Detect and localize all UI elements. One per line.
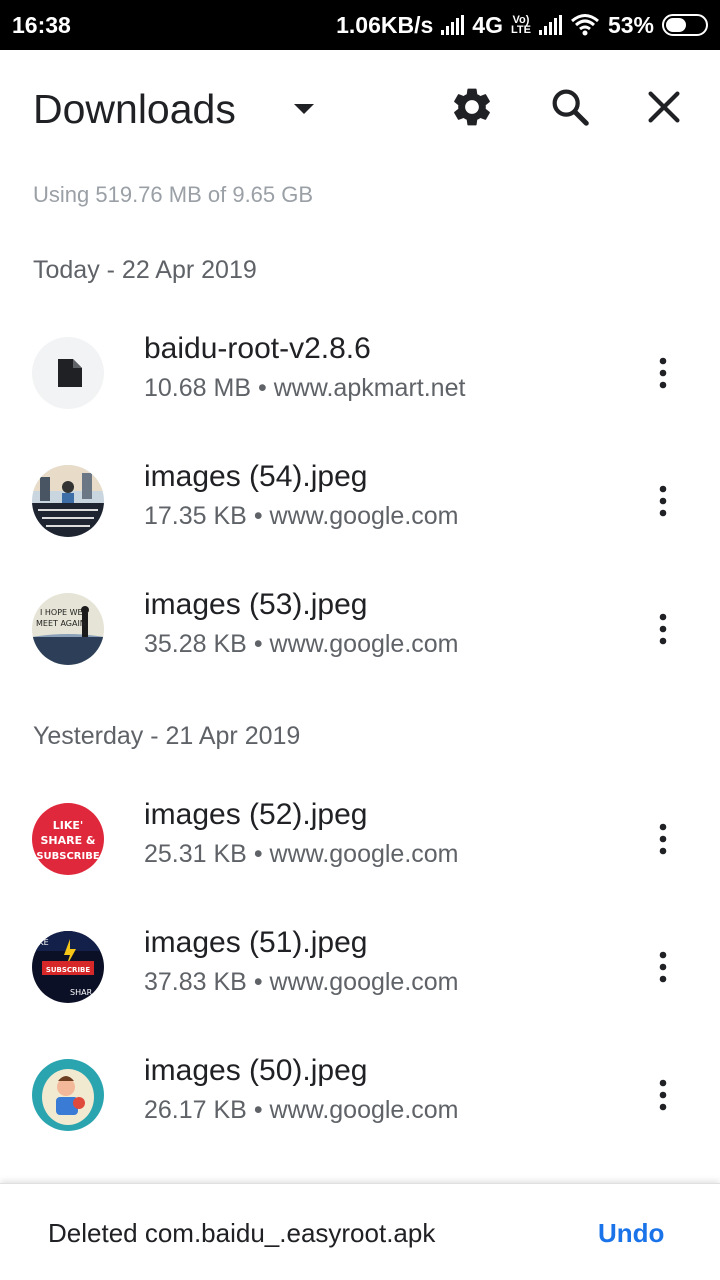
snackbar-message: Deleted com.baidu_.easyroot.apk bbox=[48, 1218, 436, 1248]
svg-text:I HOPE WE: I HOPE WE bbox=[40, 608, 83, 617]
network-type: 4G bbox=[472, 11, 503, 38]
close-icon[interactable] bbox=[641, 84, 687, 130]
more-vert-icon[interactable] bbox=[640, 478, 686, 524]
signal-icon-2 bbox=[538, 15, 562, 35]
file-name: images (54).jpeg bbox=[144, 460, 368, 493]
download-item[interactable]: I HOPE WE MEET AGAIN. images (53).jpeg 3… bbox=[0, 571, 720, 687]
svg-text:MEET AGAIN.: MEET AGAIN. bbox=[36, 619, 88, 628]
undo-button[interactable]: Undo bbox=[598, 1218, 664, 1249]
image-thumbnail: LIKE' SHARE & SUBSCRIBE bbox=[32, 803, 104, 875]
svg-text:SUBSCRIBE: SUBSCRIBE bbox=[36, 851, 100, 862]
download-item[interactable]: SUBSCRIBE IKE SHAR images (51).jpeg 37.8… bbox=[0, 909, 720, 1025]
section-header-yesterday: Yesterday - 21 Apr 2019 bbox=[33, 722, 301, 750]
image-thumbnail: SUBSCRIBE IKE SHAR bbox=[32, 931, 104, 1003]
signal-icon bbox=[441, 15, 465, 35]
app-header: Downloads bbox=[0, 50, 720, 166]
file-name: images (50).jpeg bbox=[144, 1054, 368, 1087]
net-speed: 1.06KB/s bbox=[336, 11, 434, 38]
svg-text:SHARE &: SHARE & bbox=[40, 834, 95, 847]
image-thumbnail bbox=[32, 1059, 104, 1131]
volte-icon: Vo) LTE bbox=[510, 14, 531, 36]
file-name: baidu-root-v2.8.6 bbox=[144, 332, 371, 365]
svg-text:SUBSCRIBE: SUBSCRIBE bbox=[46, 966, 91, 974]
section-header-today: Today - 22 Apr 2019 bbox=[33, 256, 257, 284]
file-meta: 35.28 KB • www.google.com bbox=[144, 630, 459, 658]
download-item[interactable]: LIKE' SHARE & SUBSCRIBE images (52).jpeg… bbox=[0, 781, 720, 897]
download-item[interactable]: images (54).jpeg 17.35 KB • www.google.c… bbox=[0, 443, 720, 559]
more-vert-icon[interactable] bbox=[640, 1072, 686, 1118]
more-vert-icon[interactable] bbox=[640, 944, 686, 990]
file-icon bbox=[32, 337, 104, 409]
svg-text:SHAR: SHAR bbox=[70, 988, 93, 997]
file-meta: 25.31 KB • www.google.com bbox=[144, 840, 459, 868]
file-meta: 10.68 MB • www.apkmart.net bbox=[144, 374, 466, 402]
battery-percent: 53% bbox=[607, 11, 654, 38]
page-title[interactable]: Downloads bbox=[33, 86, 236, 133]
image-thumbnail: I HOPE WE MEET AGAIN. bbox=[32, 593, 104, 665]
more-vert-icon[interactable] bbox=[640, 816, 686, 862]
svg-text:IKE: IKE bbox=[36, 938, 49, 947]
battery-icon bbox=[662, 14, 708, 36]
storage-usage: Using 519.76 MB of 9.65 GB bbox=[33, 182, 314, 207]
chevron-down-icon[interactable] bbox=[292, 98, 316, 122]
snackbar: Deleted com.baidu_.easyroot.apk Undo bbox=[0, 1183, 720, 1280]
file-meta: 26.17 KB • www.google.com bbox=[144, 1096, 459, 1124]
file-meta: 37.83 KB • www.google.com bbox=[144, 968, 459, 996]
file-name: images (52).jpeg bbox=[144, 798, 368, 831]
status-icons: 1.06KB/s 4G Vo) LTE 53% bbox=[336, 12, 708, 39]
download-item[interactable]: baidu-root-v2.8.6 10.68 MB • www.apkmart… bbox=[0, 315, 720, 431]
more-vert-icon[interactable] bbox=[640, 350, 686, 396]
download-item[interactable]: images (50).jpeg 26.17 KB • www.google.c… bbox=[0, 1037, 720, 1153]
gear-icon[interactable] bbox=[449, 84, 495, 130]
file-name: images (51).jpeg bbox=[144, 926, 368, 959]
wifi-icon bbox=[570, 14, 599, 36]
image-thumbnail bbox=[32, 465, 104, 537]
search-icon[interactable] bbox=[547, 84, 593, 130]
more-vert-icon[interactable] bbox=[640, 606, 686, 652]
status-bar: 16:38 1.06KB/s 4G Vo) LTE 53% bbox=[0, 0, 720, 50]
file-meta: 17.35 KB • www.google.com bbox=[144, 502, 459, 530]
svg-text:LIKE': LIKE' bbox=[53, 819, 84, 832]
status-time: 16:38 bbox=[12, 11, 71, 38]
file-name: images (53).jpeg bbox=[144, 588, 368, 621]
